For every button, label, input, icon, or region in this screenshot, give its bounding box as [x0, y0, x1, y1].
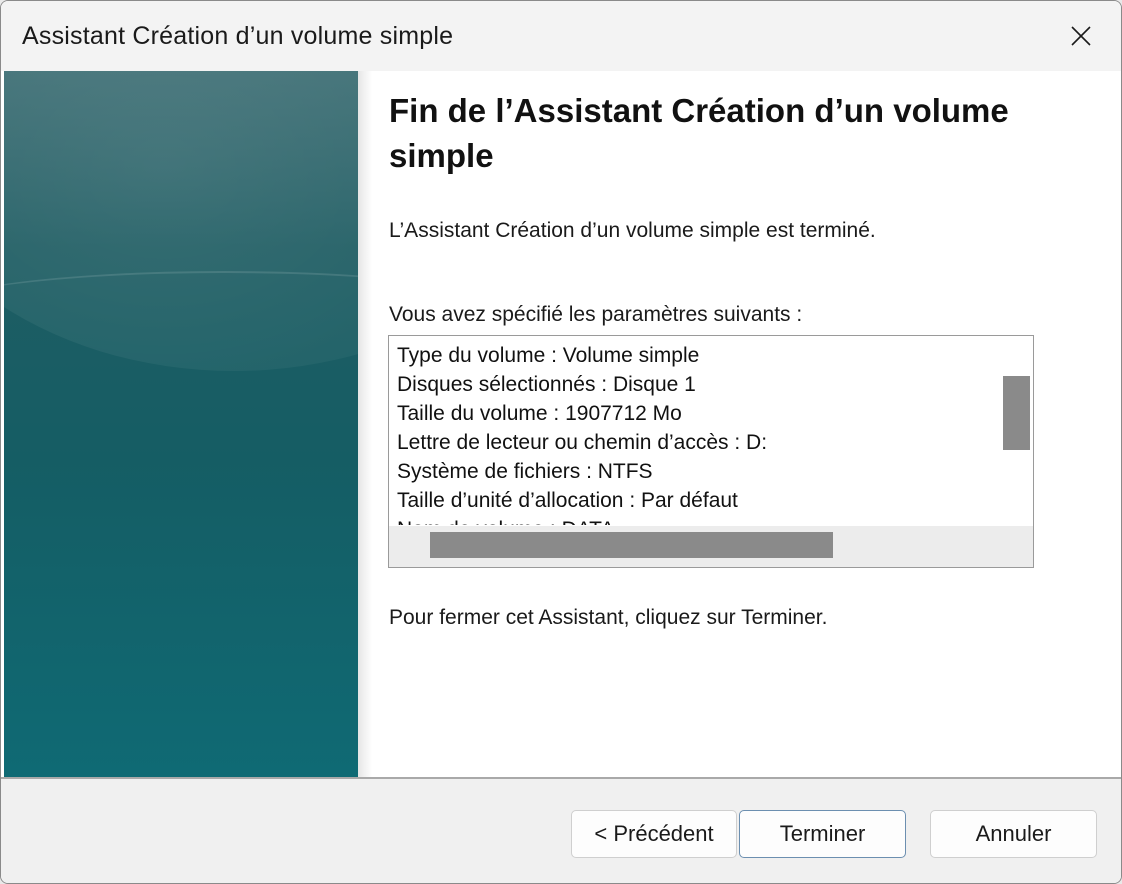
settings-line: Taille du volume : 1907712 Mo	[397, 402, 682, 425]
settings-list: Type du volume : Volume simple Disques s…	[397, 341, 987, 525]
close-icon	[1071, 26, 1091, 46]
completed-text: L’Assistant Création d’un volume simple …	[389, 219, 876, 242]
back-button[interactable]: < Précédent	[571, 810, 737, 858]
vertical-scrollbar[interactable]	[995, 336, 1033, 526]
horizontal-scrollbar[interactable]	[389, 526, 1033, 567]
wizard-window: Assistant Création d’un volume simple Fi…	[0, 0, 1122, 884]
cancel-button[interactable]: Annuler	[930, 810, 1097, 858]
page-heading: Fin de l’Assistant Création d’un volume …	[389, 92, 1009, 174]
settings-line: Lettre de lecteur ou chemin d’accès : D:	[397, 431, 768, 454]
banner-swirl-line	[4, 271, 358, 353]
settings-label: Vous avez spécifié les paramètres suivan…	[389, 303, 803, 326]
title-bar[interactable]: Assistant Création d’un volume simple	[1, 1, 1121, 71]
settings-line: Type du volume : Volume simple	[397, 344, 700, 367]
wizard-banner-image	[4, 71, 358, 777]
settings-line: Système de fichiers : NTFS	[397, 460, 653, 483]
settings-list-box[interactable]: Type du volume : Volume simple Disques s…	[388, 335, 1034, 568]
window-title: Assistant Création d’un volume simple	[22, 22, 454, 50]
banner-shadow	[358, 71, 372, 777]
close-button[interactable]	[1041, 1, 1121, 71]
finish-button[interactable]: Terminer	[739, 810, 906, 858]
settings-line: Nom de volume : DATA	[397, 515, 987, 525]
settings-line: Taille d’unité d’allocation : Par défaut	[397, 489, 738, 512]
vertical-scroll-thumb[interactable]	[1003, 376, 1030, 450]
close-instruction-text: Pour fermer cet Assistant, cliquez sur T…	[389, 606, 828, 629]
horizontal-scroll-thumb[interactable]	[430, 532, 833, 558]
settings-line: Disques sélectionnés : Disque 1	[397, 373, 696, 396]
